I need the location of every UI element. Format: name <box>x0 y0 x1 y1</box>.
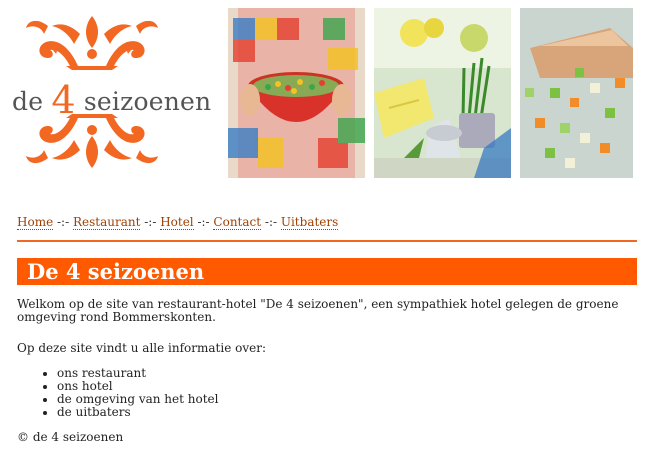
header-photo-salad-bowl <box>228 8 365 178</box>
page-title: De 4 seizoenen <box>27 259 205 284</box>
nav-divider <box>17 240 637 242</box>
info-list: ons restaurant ons hotel de omgeving van… <box>17 367 637 419</box>
nav-separator: -:- <box>193 215 214 229</box>
logo-wordmark: de 4 seizoenen <box>12 78 232 122</box>
nav-link-restaurant[interactable]: Restaurant <box>72 215 141 230</box>
header-photo-table-setting <box>374 8 511 178</box>
nav-link-uitbaters[interactable]: Uitbaters <box>280 215 339 230</box>
header-photo-vegetables <box>520 8 633 178</box>
list-item: ons restaurant <box>57 367 637 380</box>
site-logo[interactable]: de 4 seizoenen <box>8 8 226 178</box>
list-item: de omgeving van het hotel <box>57 393 637 406</box>
welcome-text: Welkom op de site van restaurant-hotel "… <box>17 297 619 324</box>
nav-link-contact[interactable]: Contact <box>213 215 262 230</box>
intro-text: Op deze site vindt u alle informatie ove… <box>17 341 267 355</box>
logo-number: 4 <box>51 78 76 122</box>
nav-link-hotel[interactable]: Hotel <box>160 215 194 230</box>
logo-prefix: de <box>12 87 52 116</box>
nav-separator: -:- <box>261 215 281 229</box>
main-nav: Home -:- Restaurant -:- Hotel -:- Contac… <box>17 215 339 230</box>
nav-link-home[interactable]: Home <box>17 215 54 230</box>
nav-separator: -:- <box>140 215 161 229</box>
main-content: Welkom op de site van restaurant-hotel "… <box>17 298 637 444</box>
page-header: de 4 seizoenen <box>0 0 649 185</box>
nav-separator: -:- <box>53 215 73 229</box>
page-title-bar: De 4 seizoenen <box>17 258 637 285</box>
copyright-footer: © de 4 seizoenen <box>17 430 124 444</box>
logo-suffix: seizoenen <box>75 87 212 116</box>
list-item: de uitbaters <box>57 406 637 419</box>
